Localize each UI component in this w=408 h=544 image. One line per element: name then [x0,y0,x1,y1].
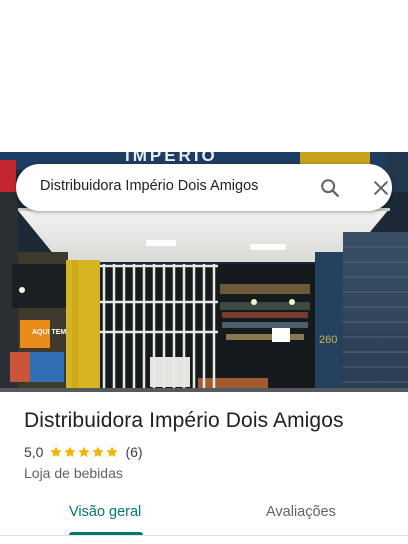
shop-window-text: AQUI TEM [32,329,66,336]
tab-overview[interactable]: Visão geral [69,504,141,520]
star-rating [49,445,119,459]
tabs-divider [0,535,408,536]
star-icon [78,446,91,458]
pillar-number: 260 [319,334,337,346]
rating-value: 5,0 [24,444,44,460]
star-icon [106,446,119,458]
tab-reviews[interactable]: Avaliações [266,504,336,520]
search-icon [321,179,339,197]
star-icon [92,446,105,458]
place-category: Loja de bebidas [24,465,123,481]
review-count[interactable]: (6) [125,444,142,460]
search-button[interactable] [316,174,344,202]
place-title: Distribuidora Império Dois Amigos [24,409,344,432]
star-icon [50,446,63,458]
search-input[interactable]: Distribuidora Império Dois Amigos [40,178,258,194]
rating-row[interactable]: 5,0 (6) [24,443,143,461]
tab-bar: Visão geral Avaliações [0,494,408,538]
star-icon [64,446,77,458]
search-box[interactable]: Distribuidora Império Dois Amigos [16,164,392,211]
place-screen: IMPÉRIO AQUI TEM 260 Distribuidora Impér… [0,0,408,544]
close-button[interactable] [367,174,395,202]
close-icon [374,181,388,195]
